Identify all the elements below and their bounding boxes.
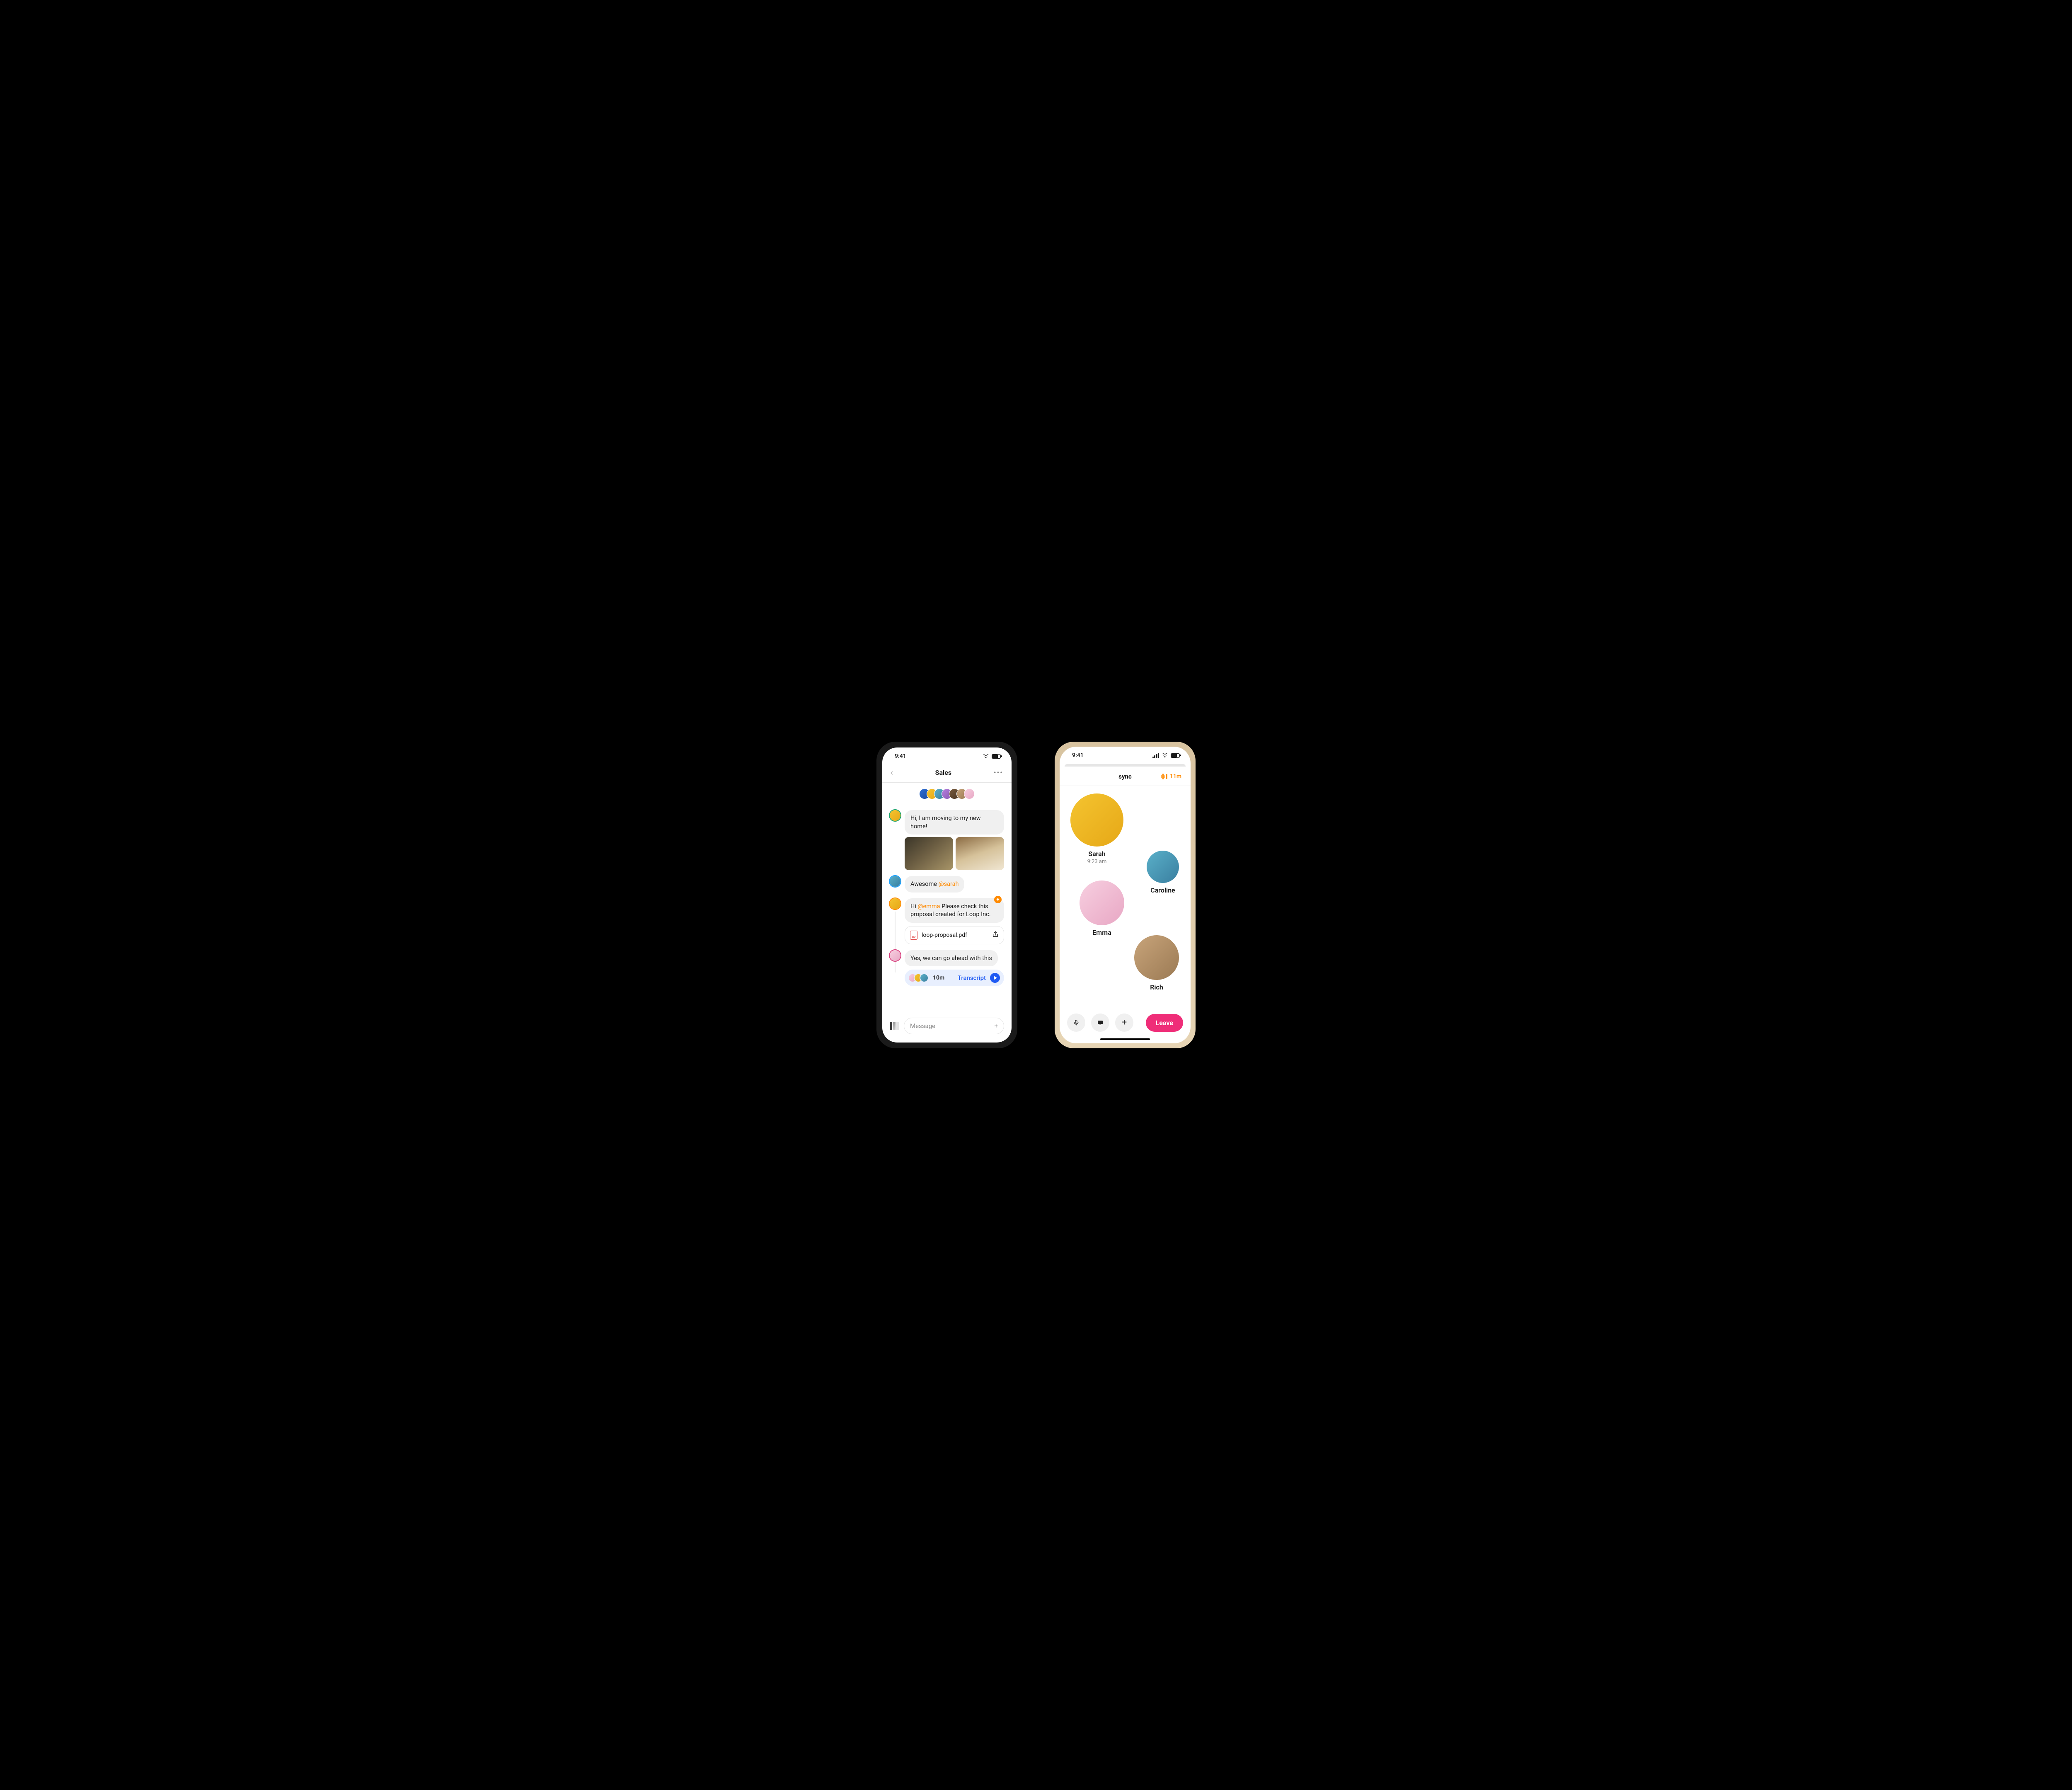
message-row: ◆ Hi @emma Please check this proposal cr… [890,898,1004,944]
plus-icon[interactable]: + [994,1023,998,1029]
message-bubble[interactable]: Yes, we can go ahead with this [905,950,998,967]
file-attachment[interactable]: loop-proposal.pdf [905,926,1004,944]
status-bar: 9:41 [1060,747,1191,764]
transcript-avatars [908,973,929,982]
battery-icon [992,754,1001,759]
waveform-icon [1161,774,1167,779]
status-time: 9:41 [895,753,906,760]
participant-avatar [1080,880,1124,925]
participant-name: Emma [1080,929,1124,936]
chat-title: Sales [935,769,952,776]
participant[interactable]: Rich [1134,935,1179,991]
photo-attachment[interactable] [905,837,953,870]
add-button[interactable]: + [1115,1014,1133,1032]
message-row: Awesome @sarah [890,876,1004,893]
screen-share-button[interactable] [1091,1014,1109,1032]
participant-avatar [1070,793,1123,847]
mic-button[interactable] [1067,1014,1085,1032]
participant[interactable]: Caroline [1147,851,1179,894]
avatar[interactable] [890,810,900,821]
sync-title: sync [1118,773,1131,780]
more-button[interactable]: ••• [994,769,1003,776]
chat-scroll[interactable]: Hi, I am moving to my new home! Awesome … [882,802,1012,1012]
wifi-icon [1162,753,1168,758]
message-bubble[interactable]: Hi, I am moving to my new home! [905,810,1004,835]
participant-name: Rich [1134,983,1179,991]
member-avatars[interactable] [882,783,1012,802]
transcript-chip[interactable]: 10m Transcript [905,970,1004,986]
leave-button[interactable]: Leave [1146,1014,1183,1032]
status-time: 9:41 [1072,752,1084,759]
panels-icon[interactable] [890,1022,899,1030]
android-phone-frame: 9:41 ‹ Sales ••• Hi, I am mov [876,742,1017,1048]
status-bar: 9:41 [882,747,1012,765]
participant[interactable]: Sarah 9:23 am [1070,793,1123,865]
message-bubble[interactable]: Hi @emma Please check this proposal crea… [905,898,1004,923]
participant-name: Sarah [1070,850,1123,858]
wifi-icon [983,754,989,759]
transcript-duration: 10m [933,975,944,981]
composer: Message + [882,1012,1012,1043]
play-button[interactable] [990,973,1000,983]
avatar[interactable] [890,898,900,909]
participant-name: Caroline [1147,886,1179,894]
transcript-link[interactable]: Transcript [949,974,986,982]
message-input[interactable]: Message + [904,1018,1004,1034]
mention[interactable]: @sarah [939,880,959,888]
mention[interactable]: @emma [917,903,940,910]
participant[interactable]: Emma [1080,880,1124,936]
avatar[interactable] [890,950,900,961]
file-name: loop-proposal.pdf [922,932,988,939]
message-placeholder: Message [910,1022,935,1030]
battery-icon [1171,753,1180,758]
message-bubble[interactable]: Awesome @sarah [905,876,964,893]
participant-subtitle: 9:23 am [1070,859,1123,865]
pdf-icon [910,931,917,940]
sync-footer: + Leave [1060,1008,1191,1037]
participant-avatar [1147,851,1179,883]
message-row: Yes, we can go ahead with this 10m Trans… [890,950,1004,987]
iphone-frame: 9:41 sync 11m Sarah [1055,742,1196,1048]
sync-header: sync 11m [1060,767,1191,786]
share-icon[interactable] [992,931,999,939]
bookmark-icon[interactable]: ◆ [994,896,1002,903]
participants-grid: Sarah 9:23 am Caroline Emma Rich [1060,786,1191,1008]
sync-timer: 11m [1161,773,1181,780]
avatar[interactable] [890,876,900,887]
home-indicator[interactable] [1100,1038,1150,1040]
chat-header: ‹ Sales ••• [882,765,1012,783]
photo-attachment[interactable] [956,837,1004,870]
participant-avatar [1134,935,1179,980]
cellular-icon [1152,753,1159,758]
back-button[interactable]: ‹ [891,767,893,777]
message-row: Hi, I am moving to my new home! [890,810,1004,870]
